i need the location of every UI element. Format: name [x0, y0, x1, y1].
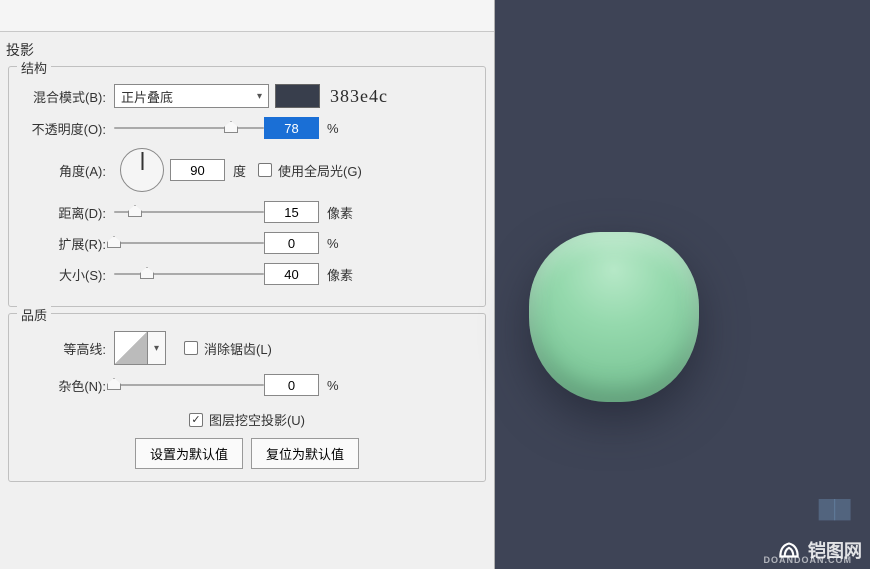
panel-top-strip	[0, 0, 494, 32]
watermark-url: DOANDOAN.COM	[764, 555, 853, 565]
opacity-unit: %	[327, 121, 339, 136]
opacity-row: 不透明度(O): %	[19, 117, 475, 139]
spread-unit: %	[327, 236, 339, 251]
blend-mode-row: 混合模式(B): 正片叠底 ▾ 383e4c	[19, 84, 475, 108]
contour-row: 等高线: ▾ 消除锯齿(L)	[19, 331, 475, 365]
size-label: 大小(S):	[19, 265, 114, 284]
distance-row: 距离(D): 像素	[19, 201, 475, 223]
color-hex-annotation: 383e4c	[330, 86, 388, 107]
spread-label: 扩展(R):	[19, 234, 114, 253]
effect-title: 投影	[0, 32, 494, 64]
opacity-input[interactable]	[264, 117, 319, 139]
contour-dropdown[interactable]: ▾	[148, 331, 166, 365]
watermark-badge: ▇▇	[819, 496, 850, 521]
spread-row: 扩展(R): %	[19, 232, 475, 254]
size-row: 大小(S): 像素	[19, 263, 475, 285]
global-light-label: 使用全局光(G)	[278, 161, 362, 180]
noise-slider[interactable]	[114, 376, 264, 394]
noise-row: 杂色(N): %	[19, 374, 475, 396]
preview-shape	[529, 232, 699, 402]
size-slider[interactable]	[114, 265, 264, 283]
angle-input[interactable]	[170, 159, 225, 181]
size-input[interactable]	[264, 263, 319, 285]
global-light-checkbox[interactable]	[258, 163, 272, 177]
default-buttons-row: 设置为默认值 复位为默认值	[19, 438, 475, 469]
opacity-label: 不透明度(O):	[19, 119, 114, 138]
structure-legend: 结构	[17, 58, 51, 77]
contour-preview[interactable]	[114, 331, 148, 365]
antialias-label: 消除锯齿(L)	[204, 339, 272, 358]
opacity-slider[interactable]	[114, 119, 264, 137]
contour-label: 等高线:	[19, 339, 114, 358]
angle-dial[interactable]	[120, 148, 164, 192]
quality-legend: 品质	[17, 305, 51, 324]
angle-row: 角度(A): 度 使用全局光(G)	[19, 148, 475, 192]
antialias-checkbox[interactable]	[184, 341, 198, 355]
spread-input[interactable]	[264, 232, 319, 254]
set-default-button[interactable]: 设置为默认值	[135, 438, 243, 469]
noise-unit: %	[327, 378, 339, 393]
watermark: 铠图网 DOANDOAN.COM	[776, 537, 862, 563]
distance-slider[interactable]	[114, 203, 264, 221]
spread-slider[interactable]	[114, 234, 264, 252]
distance-input[interactable]	[264, 201, 319, 223]
distance-unit: 像素	[327, 203, 353, 222]
blend-mode-label: 混合模式(B):	[19, 87, 114, 106]
structure-fieldset: 结构 混合模式(B): 正片叠底 ▾ 383e4c 不透明度(O): % 角度(…	[8, 66, 486, 307]
blend-mode-value: 正片叠底	[121, 87, 173, 106]
size-unit: 像素	[327, 265, 353, 284]
angle-label: 角度(A):	[19, 161, 114, 180]
knockout-checkbox[interactable]: ✓	[189, 413, 203, 427]
noise-label: 杂色(N):	[19, 376, 114, 395]
chevron-down-icon: ▾	[154, 343, 159, 354]
knockout-row: ✓ 图层挖空投影(U)	[19, 410, 475, 429]
angle-unit: 度	[233, 161, 246, 180]
layer-style-panel: 投影 结构 混合模式(B): 正片叠底 ▾ 383e4c 不透明度(O): % …	[0, 0, 495, 569]
blend-mode-dropdown[interactable]: 正片叠底 ▾	[114, 84, 269, 108]
shadow-color-swatch[interactable]	[275, 84, 320, 108]
reset-default-button[interactable]: 复位为默认值	[251, 438, 359, 469]
canvas-preview: ▇▇ 铠图网 DOANDOAN.COM	[495, 0, 870, 569]
quality-fieldset: 品质 等高线: ▾ 消除锯齿(L) 杂色(N): % ✓ 图层挖空投影(U) 设…	[8, 313, 486, 482]
knockout-label: 图层挖空投影(U)	[209, 410, 305, 429]
noise-input[interactable]	[264, 374, 319, 396]
chevron-down-icon: ▾	[257, 91, 262, 102]
distance-label: 距离(D):	[19, 203, 114, 222]
